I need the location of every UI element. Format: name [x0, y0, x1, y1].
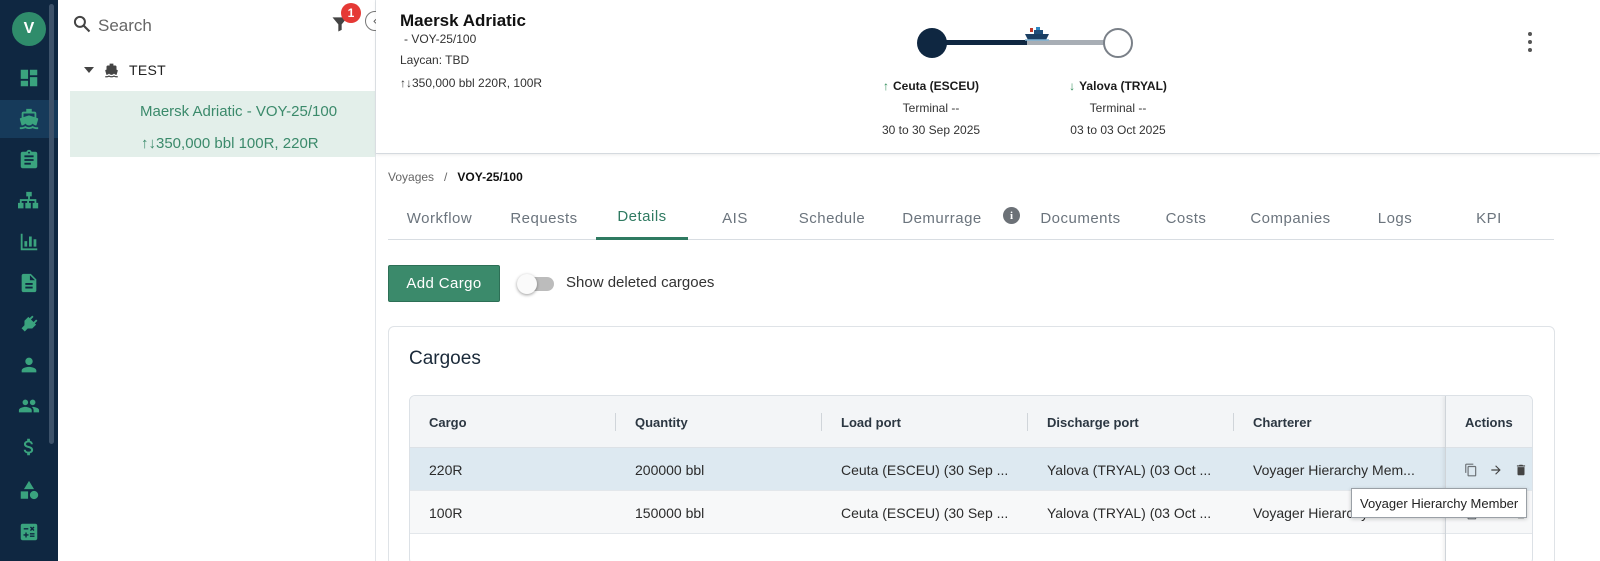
tab-costs[interactable]: Costs — [1140, 196, 1232, 240]
breadcrumb-separator: / — [444, 170, 448, 184]
voyage-code: - VOY-25/100 — [404, 32, 477, 46]
cell-quantity: 150000 bbl — [635, 504, 705, 521]
load-port[interactable]: ↑ Ceuta (ESCEU) Terminal -- 30 to 30 Sep … — [851, 79, 1011, 137]
dollar-icon — [23, 438, 34, 456]
bar-chart-icon — [20, 233, 38, 251]
tab-workflow[interactable]: Workflow — [388, 196, 491, 240]
hierarchy-icon — [18, 191, 39, 209]
nav-calculator[interactable] — [0, 513, 58, 551]
tree-item-quantity: ↑↓350,000 bbl 100R, 220R — [141, 135, 319, 152]
cargoes-title: Cargoes — [409, 348, 481, 369]
breadcrumb-current: VOY-25/100 — [457, 170, 523, 184]
tab-logs[interactable]: Logs — [1348, 196, 1442, 240]
load-port-terminal: Terminal -- — [902, 101, 960, 115]
discharge-port-name: Yalova (TRYAL) — [1079, 79, 1167, 93]
tree-item-voyage[interactable]: Maersk Adriatic - VOY-25/100 ↑↓350,000 b… — [70, 91, 375, 157]
nav-catalog[interactable] — [0, 471, 58, 509]
logo-text: V — [23, 20, 35, 37]
ship-icon — [19, 108, 39, 130]
column-quantity[interactable]: Quantity — [635, 396, 688, 448]
cell-discharge-port: Yalova (TRYAL) (03 Oct ... — [1047, 504, 1212, 521]
load-port-name: Ceuta (ESCEU) — [892, 79, 979, 93]
people-icon — [18, 399, 40, 413]
breadcrumb-voyages[interactable]: Voyages — [388, 170, 434, 184]
table-row[interactable]: 220R 200000 bbl Ceuta (ESCEU) (30 Sep ..… — [410, 448, 1532, 491]
voyage-tabs: Workflow Requests Details AIS Schedule D… — [388, 196, 1554, 240]
charterer-tooltip: Voyager Hierarchy Member — [1351, 488, 1528, 518]
plug-icon — [21, 315, 38, 332]
load-port-dates: 30 to 30 Sep 2025 — [881, 123, 981, 137]
cargoes-table: Cargo Quantity Load port Discharge port … — [409, 395, 1533, 561]
breadcrumb: Voyages / VOY-25/100 — [388, 170, 523, 184]
arrow-up-icon: ↑ — [882, 79, 889, 93]
route-progress-done — [945, 40, 1027, 45]
cell-cargo: 100R — [429, 504, 463, 521]
tree-node-label: TEST — [129, 62, 166, 78]
column-load-port[interactable]: Load port — [841, 396, 901, 448]
show-deleted-toggle[interactable] — [517, 274, 554, 294]
cell-load-port: Ceuta (ESCEU) (30 Sep ... — [841, 461, 1009, 478]
dashboard-icon — [20, 69, 38, 87]
column-discharge-port[interactable]: Discharge port — [1047, 396, 1139, 448]
more-options-icon[interactable] — [1522, 32, 1538, 52]
person-icon — [21, 357, 37, 373]
arrow-right-icon[interactable] — [1489, 463, 1503, 477]
tree-search-input[interactable] — [98, 12, 318, 40]
add-cargo-button[interactable]: Add Cargo — [388, 265, 500, 302]
vessel-name: Maersk Adriatic — [400, 11, 526, 30]
filter-count-badge: 1 — [341, 3, 361, 23]
cell-load-port: Ceuta (ESCEU) (30 Sep ... — [841, 504, 1009, 521]
tab-details[interactable]: Details — [596, 196, 688, 240]
tab-demurrage[interactable]: Demurrage — [894, 196, 990, 240]
tree-item-title: Maersk Adriatic - VOY-25/100 — [140, 103, 338, 120]
voyage-tree-panel — [58, 0, 376, 561]
info-icon[interactable]: i — [1003, 207, 1020, 224]
tab-companies[interactable]: Companies — [1238, 196, 1343, 240]
shapes-icon — [20, 480, 39, 500]
show-deleted-label: Show deleted cargoes — [566, 274, 715, 291]
copy-icon[interactable] — [1464, 463, 1478, 477]
route-start-node — [917, 28, 947, 58]
discharge-port[interactable]: ↓ Yalova (TRYAL) Terminal -- 03 to 03 Oct… — [1038, 79, 1198, 137]
main-nav-rail: V — [0, 0, 58, 561]
cell-charterer: Voyager Hierarchy Mem... — [1253, 461, 1415, 478]
column-actions: Actions — [1465, 414, 1513, 430]
document-icon — [21, 273, 37, 293]
arrow-down-icon: ↓ — [1069, 79, 1076, 93]
clipboard-icon — [20, 149, 38, 169]
column-charterer[interactable]: Charterer — [1253, 396, 1312, 448]
tab-kpi[interactable]: KPI — [1442, 196, 1536, 240]
laycan: Laycan: TBD — [400, 53, 470, 67]
search-icon — [73, 15, 91, 33]
vessel-position-icon — [1025, 27, 1049, 41]
column-cargo[interactable]: Cargo — [429, 396, 467, 448]
caret-down-icon[interactable] — [84, 67, 94, 73]
cell-discharge-port: Yalova (TRYAL) (03 Oct ... — [1047, 461, 1212, 478]
tab-documents[interactable]: Documents — [1028, 196, 1133, 240]
cell-quantity: 200000 bbl — [635, 461, 705, 478]
actions-column: Actions — [1445, 396, 1532, 561]
tab-schedule[interactable]: Schedule — [782, 196, 882, 240]
tab-ais[interactable]: AIS — [688, 196, 782, 240]
tab-requests[interactable]: Requests — [494, 196, 594, 240]
app-logo[interactable]: V — [12, 12, 46, 46]
trash-icon[interactable] — [1514, 463, 1528, 477]
tree-node-test[interactable]: TEST — [84, 60, 166, 80]
route-end-node — [1103, 28, 1133, 58]
discharge-port-dates: 03 to 03 Oct 2025 — [1070, 123, 1166, 137]
cell-cargo: 220R — [429, 461, 463, 478]
table-header: Cargo Quantity Load port Discharge port … — [410, 396, 1532, 448]
ship-icon — [105, 63, 118, 77]
rail-scrollbar[interactable] — [49, 4, 54, 444]
calculator-icon — [20, 523, 38, 541]
discharge-port-terminal: Terminal -- — [1089, 101, 1147, 115]
cargo-summary: ↑↓350,000 bbl 220R, 100R — [400, 76, 543, 90]
